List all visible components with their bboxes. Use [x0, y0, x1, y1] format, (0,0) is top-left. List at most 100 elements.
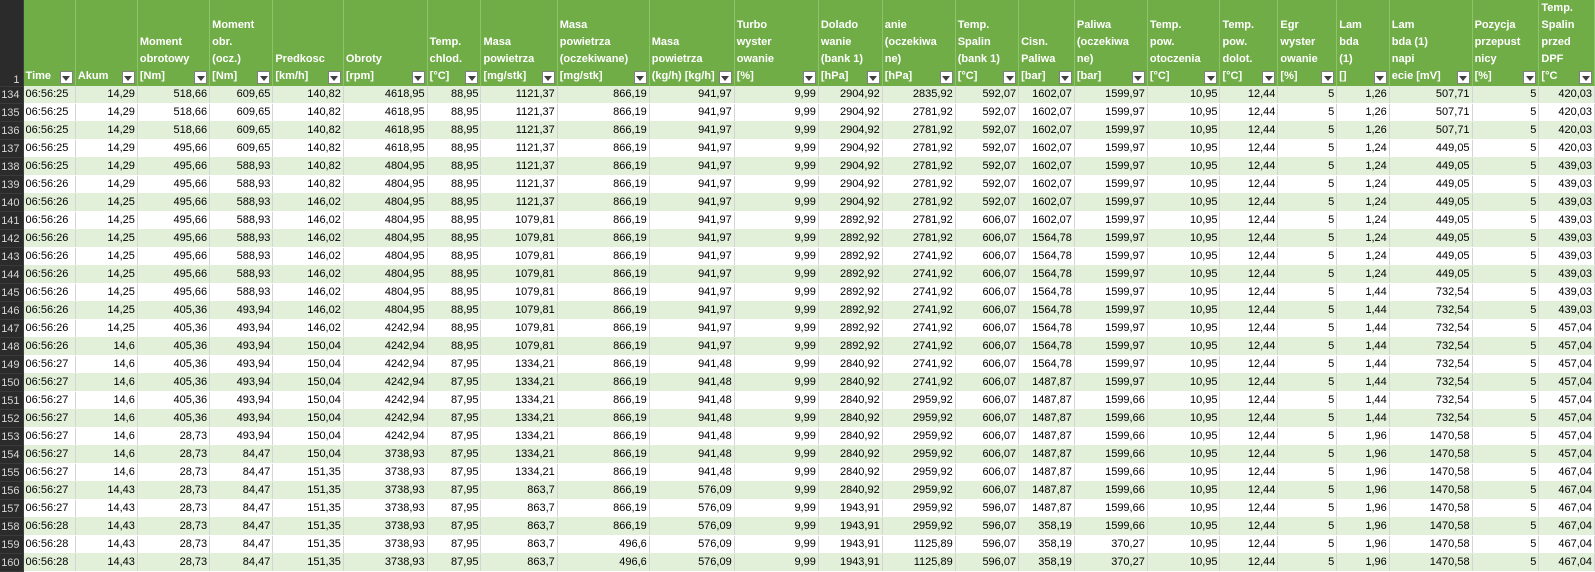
table-cell[interactable]: 1,24	[1336, 175, 1390, 194]
column-header[interactable]: Akum	[75, 0, 138, 86]
column-header[interactable]: Cisn. Paliwa [bar]	[1018, 0, 1075, 86]
table-cell[interactable]: 1121,37	[480, 175, 558, 194]
table-cell[interactable]: 14,29	[75, 139, 138, 158]
table-cell[interactable]: 3738,93	[343, 553, 428, 572]
table-cell[interactable]: 88,95	[427, 283, 482, 302]
table-cell[interactable]: 467,04	[1538, 499, 1595, 518]
table-cell[interactable]: 592,07	[955, 139, 1020, 158]
table-cell[interactable]: 12,44	[1219, 463, 1279, 482]
table-cell[interactable]: 06:56:27	[23, 499, 76, 518]
table-cell[interactable]: 606,07	[955, 409, 1020, 428]
table-cell[interactable]: 606,07	[955, 319, 1020, 338]
table-cell[interactable]: 1602,07	[1018, 121, 1075, 140]
table-cell[interactable]: 1121,37	[480, 121, 558, 140]
table-cell[interactable]: 1599,97	[1074, 193, 1148, 212]
table-cell[interactable]: 1,24	[1336, 193, 1390, 212]
table-cell[interactable]: 5	[1277, 139, 1338, 158]
table-cell[interactable]: 1943,91	[818, 517, 883, 536]
table-cell[interactable]: 941,48	[649, 355, 735, 374]
table-cell[interactable]: 12,44	[1219, 301, 1279, 320]
table-cell[interactable]: 495,66	[137, 175, 211, 194]
table-cell[interactable]: 10,95	[1147, 409, 1221, 428]
table-cell[interactable]: 1564,78	[1018, 283, 1075, 302]
table-cell[interactable]: 2959,92	[882, 445, 956, 464]
table-cell[interactable]: 405,36	[137, 409, 211, 428]
table-cell[interactable]: 941,97	[649, 265, 735, 284]
table-cell[interactable]: 4242,94	[343, 355, 428, 374]
table-cell[interactable]: 84,47	[209, 445, 274, 464]
table-cell[interactable]: 88,95	[427, 301, 482, 320]
table-cell[interactable]: 06:56:26	[23, 283, 76, 302]
table-cell[interactable]: 5	[1472, 427, 1540, 446]
table-cell[interactable]: 14,29	[75, 103, 138, 122]
table-cell[interactable]: 12,44	[1219, 103, 1279, 122]
table-cell[interactable]: 592,07	[955, 175, 1020, 194]
table-cell[interactable]: 1470,58	[1389, 481, 1473, 500]
table-cell[interactable]: 1599,97	[1074, 283, 1148, 302]
table-cell[interactable]: 495,66	[137, 265, 211, 284]
row-number[interactable]: 150	[0, 373, 24, 392]
table-cell[interactable]: 439,03	[1538, 229, 1595, 248]
table-cell[interactable]: 588,93	[209, 157, 274, 176]
table-cell[interactable]: 9,99	[734, 427, 819, 446]
table-cell[interactable]: 10,95	[1147, 319, 1221, 338]
table-cell[interactable]: 1599,66	[1074, 481, 1148, 500]
filter-dropdown-icon[interactable]	[866, 71, 880, 84]
table-cell[interactable]: 606,07	[955, 481, 1020, 500]
table-cell[interactable]: 3738,93	[343, 517, 428, 536]
table-cell[interactable]: 596,07	[955, 553, 1020, 572]
table-cell[interactable]: 12,44	[1219, 535, 1279, 554]
row-number[interactable]: 148	[0, 337, 24, 356]
table-cell[interactable]: 2840,92	[818, 463, 883, 482]
table-cell[interactable]: 609,65	[209, 86, 274, 104]
table-cell[interactable]: 1943,91	[818, 553, 883, 572]
table-cell[interactable]: 12,44	[1219, 445, 1279, 464]
table-cell[interactable]: 495,66	[137, 139, 211, 158]
table-cell[interactable]: 14,6	[75, 373, 138, 392]
table-cell[interactable]: 2959,92	[882, 427, 956, 446]
table-cell[interactable]: 4242,94	[343, 427, 428, 446]
table-cell[interactable]: 151,35	[272, 463, 344, 482]
table-cell[interactable]: 5	[1277, 337, 1338, 356]
table-cell[interactable]: 941,48	[649, 391, 735, 410]
table-cell[interactable]: 84,47	[209, 553, 274, 572]
table-cell[interactable]: 866,19	[557, 121, 650, 140]
table-cell[interactable]: 405,36	[137, 337, 211, 356]
table-cell[interactable]: 941,97	[649, 283, 735, 302]
table-cell[interactable]: 12,44	[1219, 121, 1279, 140]
table-cell[interactable]: 150,04	[272, 373, 344, 392]
table-cell[interactable]: 1602,07	[1018, 175, 1075, 194]
table-cell[interactable]: 1,96	[1336, 535, 1390, 554]
table-cell[interactable]: 5	[1472, 193, 1540, 212]
table-cell[interactable]: 28,73	[137, 517, 211, 536]
table-cell[interactable]: 449,05	[1389, 247, 1473, 266]
table-cell[interactable]: 439,03	[1538, 193, 1595, 212]
table-cell[interactable]: 576,09	[649, 553, 735, 572]
table-cell[interactable]: 5	[1472, 157, 1540, 176]
table-cell[interactable]: 14,6	[75, 427, 138, 446]
column-header[interactable]: Egr wyster owanie [%]	[1277, 0, 1338, 86]
table-cell[interactable]: 10,95	[1147, 86, 1221, 104]
table-cell[interactable]: 4804,95	[343, 193, 428, 212]
table-cell[interactable]: 596,07	[955, 517, 1020, 536]
column-header[interactable]: Predkosc [km/h]	[272, 0, 344, 86]
table-cell[interactable]: 5	[1472, 175, 1540, 194]
table-cell[interactable]: 9,99	[734, 265, 819, 284]
table-cell[interactable]: 10,95	[1147, 373, 1221, 392]
table-cell[interactable]: 9,99	[734, 319, 819, 338]
table-cell[interactable]: 5	[1277, 373, 1338, 392]
table-cell[interactable]: 2904,92	[818, 121, 883, 140]
table-cell[interactable]: 4618,95	[343, 86, 428, 104]
table-cell[interactable]: 863,7	[480, 553, 558, 572]
table-cell[interactable]: 2892,92	[818, 247, 883, 266]
table-cell[interactable]: 941,97	[649, 86, 735, 104]
table-cell[interactable]: 9,99	[734, 121, 819, 140]
table-cell[interactable]: 493,94	[209, 409, 274, 428]
table-cell[interactable]: 358,19	[1018, 535, 1075, 554]
table-cell[interactable]: 457,04	[1538, 409, 1595, 428]
table-cell[interactable]: 2892,92	[818, 319, 883, 338]
table-cell[interactable]: 12,44	[1219, 319, 1279, 338]
table-cell[interactable]: 9,99	[734, 229, 819, 248]
table-cell[interactable]: 150,04	[272, 391, 344, 410]
table-cell[interactable]: 1079,81	[480, 283, 558, 302]
